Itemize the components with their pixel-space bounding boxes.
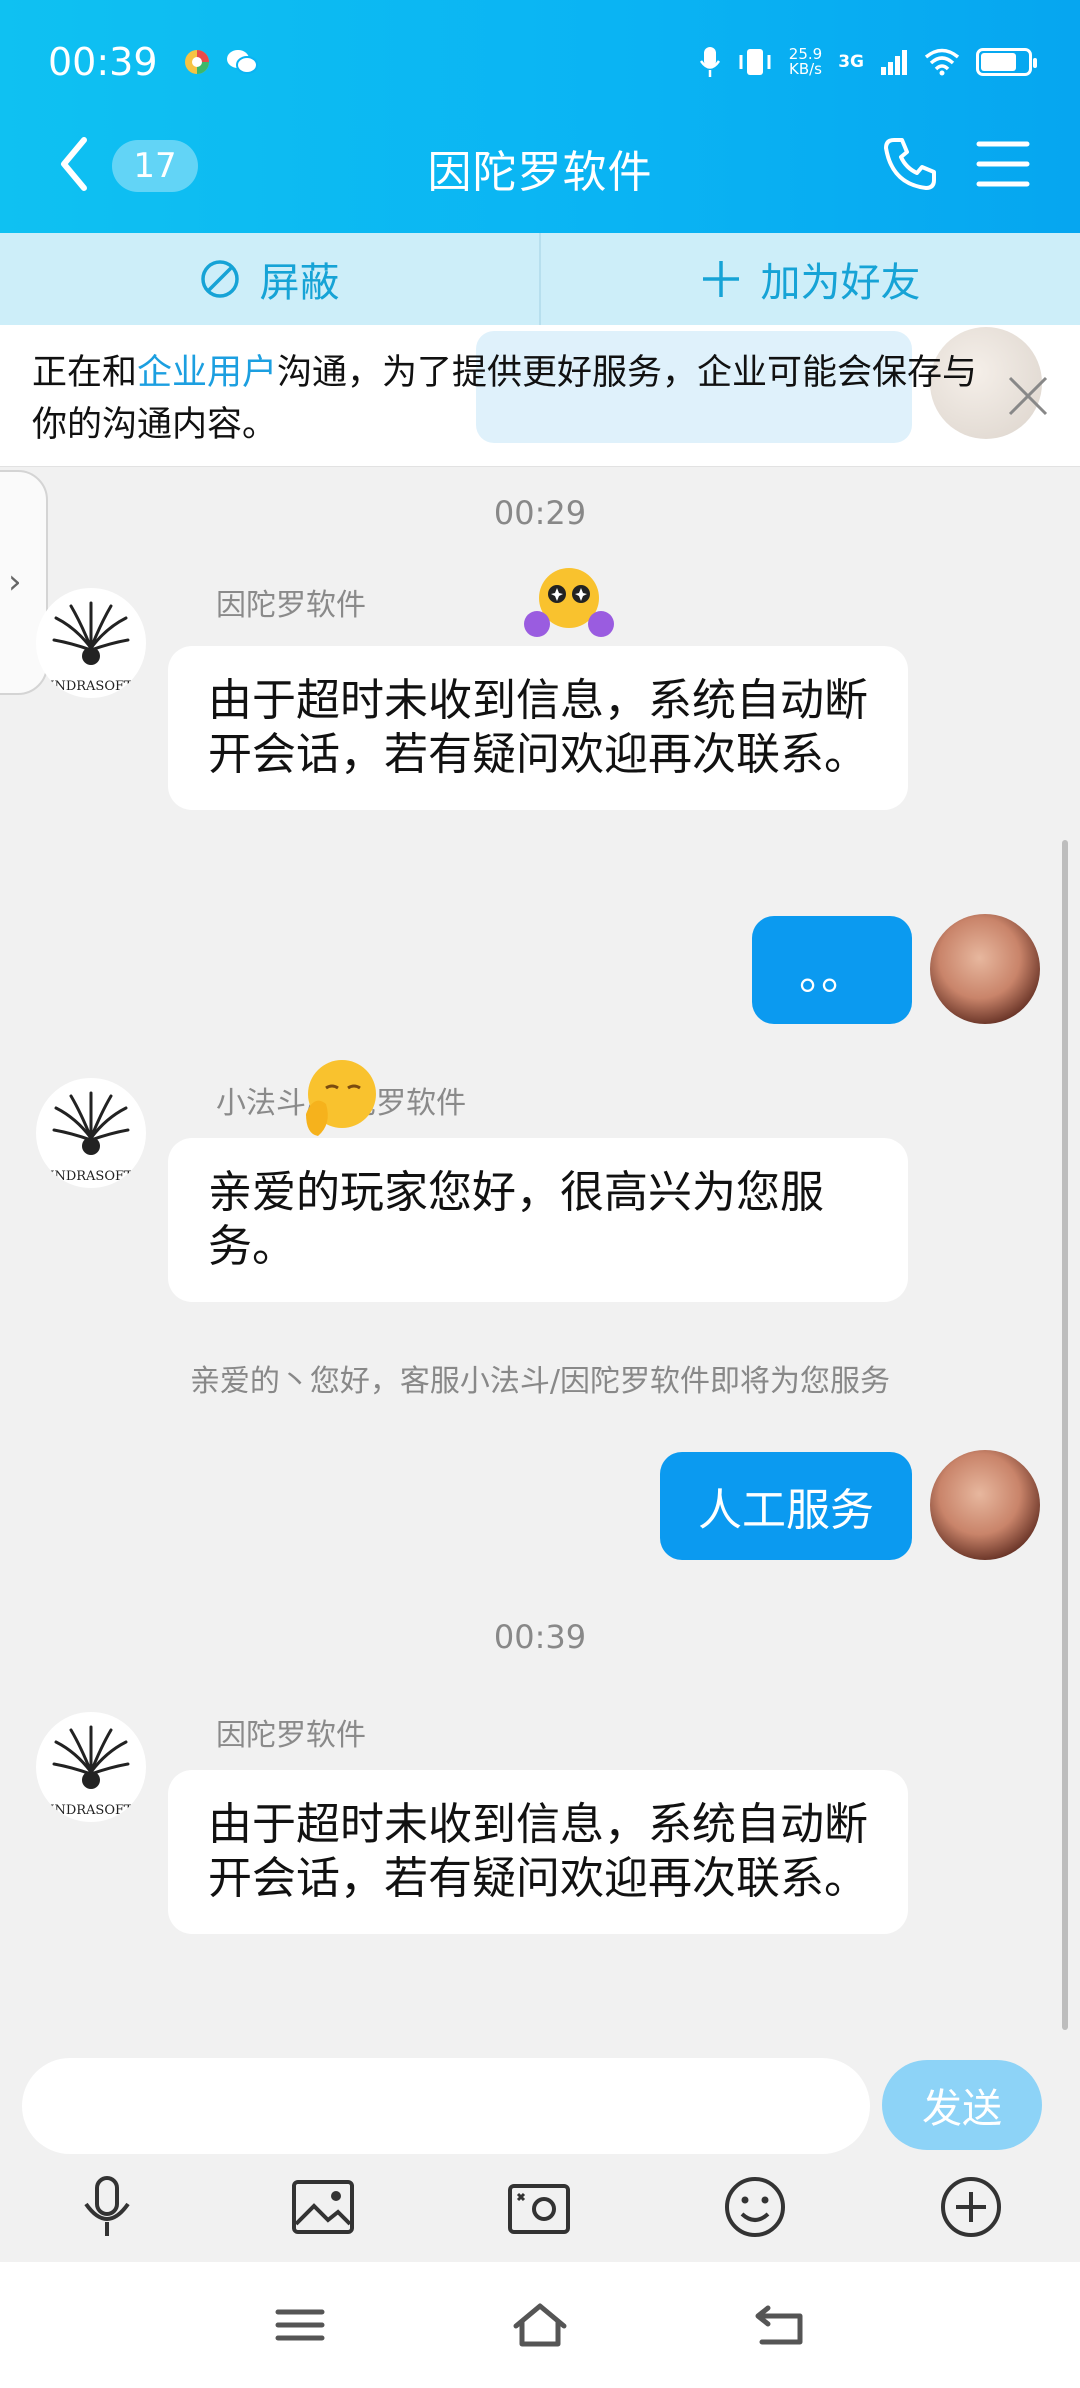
message-input[interactable] [22, 2058, 870, 2154]
status-right: 25.9 KB/s 3G [699, 45, 1037, 78]
plus-icon[interactable] [936, 2172, 1006, 2242]
privacy-notice: 正在和企业用户沟通，为了提供更好服务，企业可能会保存与你的沟通内容。 [0, 325, 1080, 467]
status-bar: 00:39 25.9 KB/s 3G [48, 38, 1037, 86]
add-friend-label: 加为好友 [760, 260, 921, 306]
avatar[interactable]: INDRASOFT [36, 588, 146, 698]
send-button[interactable]: 发送 [882, 2060, 1042, 2150]
plus-icon-small [702, 261, 739, 297]
svg-text:INDRASOFT: INDRASOFT [49, 1169, 133, 1184]
status-time: 00:39 [48, 40, 158, 84]
sender-name: 因陀罗软件 [216, 1718, 366, 1753]
signal-icon [881, 50, 907, 75]
camera-icon[interactable] [504, 2172, 574, 2242]
mic-status-icon [699, 47, 720, 77]
indrasoft-logo-icon: INDRASOFT [49, 1725, 133, 1818]
system-note: 亲爱的丶您好，客服小法斗/因陀罗软件即将为您服务 [189, 1364, 891, 1399]
status-app-icons [182, 47, 258, 77]
indrasoft-logo-icon: INDRASOFT [49, 1091, 133, 1184]
block-icon [200, 260, 239, 298]
sender-name: 因陀罗软件 [216, 588, 366, 623]
vibrate-icon [739, 49, 771, 75]
avatar[interactable]: INDRASOFT [36, 1078, 146, 1188]
network-type: 3G [838, 52, 864, 72]
block-label: 屏蔽 [259, 260, 340, 306]
enterprise-user-link[interactable]: 企业用户 [137, 353, 277, 393]
block-button[interactable]: 屏蔽 [0, 233, 539, 325]
close-icon[interactable] [1006, 374, 1050, 418]
battery-icon [976, 48, 1037, 76]
avatar[interactable]: INDRASOFT [36, 1712, 146, 1822]
svg-text:INDRASOFT: INDRASOFT [49, 1803, 133, 1818]
recent-apps-icon[interactable] [270, 2300, 330, 2350]
input-bar: 发送 [0, 2034, 1080, 2262]
timestamp: 00:39 [493, 1618, 587, 1656]
timestamp: 00:29 [493, 494, 587, 532]
message-bubble[interactable]: 由于超时未收到信息，系统自动断开会话，若有疑问欢迎再次联系。 [168, 1770, 908, 1934]
wifi-icon [924, 48, 960, 76]
message-bubble-sent[interactable]: 。。 [752, 916, 912, 1024]
phone-icon[interactable] [880, 134, 940, 194]
shushing-emoji-icon [306, 1060, 376, 1136]
message-bubble[interactable]: 亲爱的玩家您好，很高兴为您服务。 [168, 1138, 908, 1302]
add-friend-button[interactable]: 加为好友 [539, 233, 1080, 325]
home-icon[interactable] [510, 2300, 570, 2350]
starry-eyes-emoji-icon [524, 568, 614, 637]
mic-icon[interactable] [72, 2172, 142, 2242]
notice-text: 正在和企业用户沟通，为了提供更好服务，企业可能会保存与你的沟通内容。 [32, 353, 978, 445]
back-nav-icon[interactable] [750, 2300, 810, 2350]
action-bar: 屏蔽 加为好友 [0, 233, 1080, 325]
chevron-right-icon: › [8, 562, 22, 602]
avatar-self[interactable] [930, 1450, 1040, 1560]
system-nav-bar [0, 2262, 1080, 2388]
emoji-icon[interactable] [720, 2172, 790, 2242]
image-icon[interactable] [288, 2172, 358, 2242]
avatar-self[interactable] [930, 914, 1040, 1024]
title-bar: 17 因陀罗软件 [0, 118, 1080, 210]
wechat-icon [226, 50, 258, 74]
indrasoft-logo-icon: INDRASOFT [49, 601, 133, 694]
svg-text:INDRASOFT: INDRASOFT [49, 679, 133, 694]
app-notification-icon [184, 50, 209, 74]
network-speed: 25.9 KB/s [788, 45, 823, 78]
menu-icon[interactable] [976, 136, 1030, 192]
chat-scrollbar[interactable] [1062, 840, 1068, 2030]
app-header: 00:39 25.9 KB/s 3G 17 因陀罗软件 [0, 0, 1080, 233]
message-bubble-sent[interactable]: 人工服务 [660, 1452, 912, 1560]
message-bubble[interactable]: 由于超时未收到信息，系统自动断开会话，若有疑问欢迎再次联系。 [168, 646, 908, 810]
